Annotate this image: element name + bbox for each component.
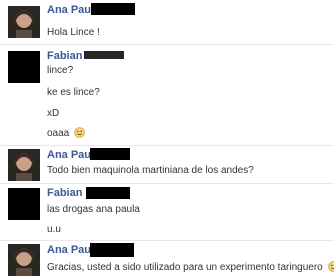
- redacted-surname: [90, 243, 134, 257]
- message-text: ke es lince?: [47, 87, 100, 98]
- message-group: Fabian lince? ke es lince? xD oaaa: [0, 45, 334, 146]
- redacted-surname: [84, 51, 124, 59]
- message-text: las drogas ana paula: [47, 204, 140, 215]
- redacted-surname: [90, 148, 130, 160]
- avatar[interactable]: [8, 6, 40, 38]
- avatar[interactable]: [8, 149, 40, 181]
- sender-name[interactable]: Fabian: [47, 50, 82, 62]
- redacted-surname: [91, 3, 135, 15]
- message-group: Ana Paula Todo bien maquinola martiniana…: [0, 146, 334, 184]
- profile-photo-icon: [8, 6, 40, 38]
- avatar[interactable]: [8, 244, 40, 276]
- sender-name[interactable]: Fabian: [47, 187, 82, 199]
- avatar[interactable]: [8, 188, 40, 220]
- profile-photo-icon: [8, 149, 40, 181]
- redacted-surname: [86, 187, 130, 199]
- message-text: lince?: [47, 65, 74, 76]
- message-text: Hola Lince !: [47, 27, 100, 38]
- message-text: xD: [47, 108, 60, 119]
- profile-photo-icon: [8, 244, 40, 276]
- message-group: Ana Paula Hola Lince !: [0, 0, 334, 45]
- message-text-with-emoji: oaaa: [47, 127, 85, 139]
- message-text: Todo bien maquinola martiniana de los an…: [47, 165, 254, 176]
- message-text: Gracias, usted a sido utilizado para un …: [47, 262, 323, 273]
- message-text: u.u: [47, 224, 61, 235]
- message-group: Ana Paula Gracias, usted a sido utilizad…: [0, 241, 334, 278]
- smile-icon: [327, 261, 334, 272]
- message-text: oaaa: [47, 128, 70, 139]
- smile-icon: [74, 127, 85, 138]
- message-group: Fabian las drogas ana paula u.u: [0, 184, 334, 241]
- message-text-with-emoji: Gracias, usted a sido utilizado para un …: [47, 261, 334, 273]
- avatar[interactable]: [8, 51, 40, 83]
